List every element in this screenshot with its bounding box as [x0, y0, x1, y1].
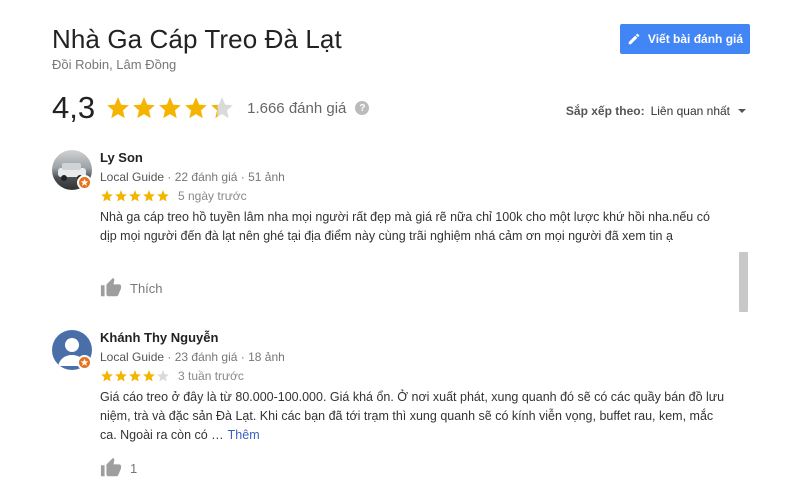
review-time: 5 ngày trước — [178, 189, 247, 203]
star-icon — [143, 370, 155, 382]
star-icon — [211, 97, 233, 119]
local-guide-star-icon — [77, 355, 92, 370]
star-icon — [159, 97, 181, 119]
star-icon — [185, 97, 207, 119]
more-link[interactable]: Thêm — [228, 428, 260, 442]
reviewer-meta: Local Guide · 22 đánh giá · 51 ảnh — [100, 170, 285, 184]
reviewer-name[interactable]: Ly Son — [100, 150, 730, 166]
local-guide-star-icon — [77, 175, 92, 190]
star-icon — [157, 190, 169, 202]
star-icon — [129, 190, 141, 202]
chevron-down-icon — [738, 109, 746, 113]
like-label: Thích — [130, 280, 163, 296]
reviewer-meta: Local Guide · 23 đánh giá · 18 ảnh — [100, 350, 285, 364]
help-icon[interactable]: ? — [355, 101, 370, 115]
thumbs-up-icon — [100, 457, 122, 479]
star-icon — [107, 97, 129, 119]
rating-value: 4,3 — [52, 90, 96, 125]
star-icon — [129, 370, 141, 382]
star-icon — [115, 190, 127, 202]
sort-dropdown[interactable]: Sắp xếp theo: Liên quan nhất — [566, 104, 746, 118]
scrollbar-thumb[interactable] — [739, 252, 748, 312]
star-icon — [101, 190, 113, 202]
review-stars: 5 ngày trước — [100, 188, 730, 204]
star-icon — [133, 97, 155, 119]
write-review-label: Viết bài đánh giá — [647, 32, 744, 46]
write-review-button[interactable]: Viết bài đánh giá — [620, 24, 750, 54]
pencil-icon — [627, 32, 641, 46]
star-icon — [101, 370, 113, 382]
rating-summary: 4,3 1.666 đánh giá ? — [52, 88, 370, 128]
place-subtitle: Đồi Robin, Lâm Đồng — [52, 57, 177, 72]
star-icon — [143, 190, 155, 202]
rating-stars — [105, 95, 235, 121]
review-count[interactable]: 1.666 đánh giá — [247, 100, 346, 117]
sort-value: Liên quan nhất — [650, 104, 730, 118]
star-icon — [157, 370, 169, 382]
reviewer-name[interactable]: Khánh Thy Nguyễn — [100, 330, 730, 346]
like-button[interactable]: Thích — [100, 277, 163, 299]
thumbs-up-icon — [100, 277, 122, 299]
review-text: Nhà ga cáp treo hồ tuyền lâm nha mọi ngư… — [100, 210, 710, 243]
like-button[interactable]: 1 — [100, 457, 137, 479]
review-text: Giá cáo treo ở đây là từ 80.000-100.000.… — [100, 390, 725, 442]
sort-label: Sắp xếp theo: — [565, 104, 645, 118]
review-stars: 3 tuần trước — [100, 368, 730, 384]
like-count: 1 — [130, 460, 138, 476]
star-icon — [115, 370, 127, 382]
review-time: 3 tuần trước — [178, 369, 244, 383]
place-title: Nhà Ga Cáp Treo Đà Lạt — [52, 24, 342, 54]
